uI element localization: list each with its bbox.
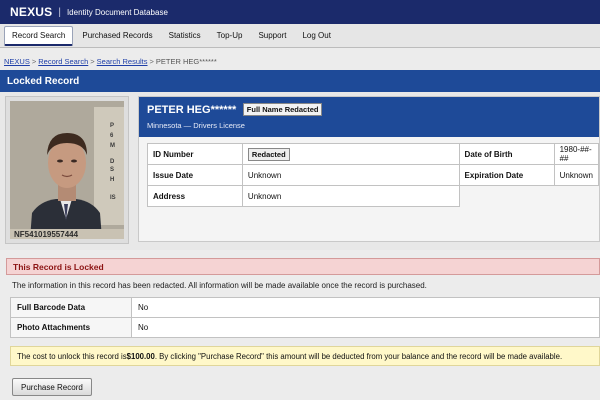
record-features-table: Full Barcode Data No Photo Attachments N… [10, 297, 600, 338]
record-info-box: PETER HEG****** Full Name Redacted Minne… [138, 96, 600, 242]
expiration-date-value: Unknown [553, 164, 600, 186]
svg-text:D: D [110, 159, 115, 165]
main-nav: Record Search Purchased Records Statisti… [0, 24, 600, 48]
id-number-cell: Redacted [241, 143, 460, 165]
app-title: Identity Document Database [66, 7, 168, 17]
feature-value: No [131, 297, 600, 318]
table-row: Photo Attachments No [10, 317, 600, 338]
section-title-bar: Locked Record [0, 70, 600, 92]
purchase-record-button[interactable]: Purchase Record [12, 378, 92, 396]
logo: NEXUS [10, 5, 53, 19]
table-row: Issue Date Unknown Expiration Date Unkno… [147, 164, 600, 186]
nav-log-out[interactable]: Log Out [295, 27, 337, 44]
table-row: Full Barcode Data No [10, 297, 600, 318]
feature-label: Full Barcode Data [10, 297, 132, 318]
feature-value: No [131, 317, 600, 338]
svg-text:S: S [110, 167, 114, 173]
issue-date-label: Issue Date [147, 164, 243, 186]
svg-text:H: H [110, 177, 114, 183]
feature-label: Photo Attachments [10, 317, 132, 338]
locked-notice-title: This Record is Locked [13, 261, 104, 272]
address-label: Address [147, 185, 243, 207]
cost-suffix: . By clicking "Purchase Record" this amo… [154, 351, 563, 361]
svg-text:P: P [110, 123, 114, 129]
photo-frame: P6M DSH IS NF541019557444 [5, 96, 129, 244]
breadcrumb-separator: > [90, 57, 95, 66]
breadcrumb-separator: > [31, 57, 37, 66]
table-row: ID Number Redacted Date of Birth 1980-##… [147, 143, 600, 165]
breadcrumb-nexus[interactable]: NEXUS [4, 57, 30, 66]
photo-id-number: NF541019557444 [14, 230, 79, 239]
nav-support[interactable]: Support [251, 27, 293, 44]
nav-statistics[interactable]: Statistics [162, 27, 208, 44]
svg-text:M: M [110, 143, 115, 149]
cost-notice: The cost to unlock this record is $100.0… [10, 346, 600, 366]
id-photo: P6M DSH IS NF541019557444 [10, 101, 124, 239]
record-details-table: ID Number Redacted Date of Birth 1980-##… [147, 143, 600, 207]
expiration-date-label: Expiration Date [458, 164, 555, 186]
breadcrumb-search-results[interactable]: Search Results [97, 57, 148, 66]
empty-cell [459, 185, 599, 207]
breadcrumb: NEXUS > Record Search > Search Results > PETER… [4, 57, 217, 66]
issue-date-value: Unknown [241, 164, 460, 186]
record-panel: P6M DSH IS NF541019557444 PETER HEG*****… [0, 92, 600, 250]
locked-notice-message: The information in this record has been … [12, 281, 427, 290]
record-name: PETER HEG****** [147, 104, 237, 116]
nav-top-up[interactable]: Top-Up [210, 27, 250, 44]
cost-amount: $100.00 [126, 351, 155, 361]
id-number-label: ID Number [147, 143, 243, 165]
header-divider: | [58, 6, 61, 18]
record-subtitle: Minnesota — Drivers License [147, 121, 245, 130]
id-number-redacted-badge: Redacted [247, 147, 290, 161]
address-value: Unknown [241, 185, 460, 207]
breadcrumb-record-search[interactable]: Record Search [38, 57, 88, 66]
section-title: Locked Record [7, 75, 80, 87]
locked-notice-bar: This Record is Locked [6, 258, 600, 275]
nav-record-search[interactable]: Record Search [4, 25, 74, 46]
dob-value: 1980-##-## [553, 143, 600, 165]
dob-label: Date of Birth [458, 143, 555, 165]
svg-text:IS: IS [110, 195, 116, 201]
breadcrumb-separator: > [149, 57, 154, 66]
breadcrumb-current: PETER HEG****** [155, 57, 217, 66]
top-header: NEXUS | Identity Document Database [0, 0, 600, 24]
nav-purchased-records[interactable]: Purchased Records [75, 27, 159, 44]
table-row: Address Unknown [147, 185, 599, 207]
record-header: PETER HEG****** Full Name Redacted Minne… [139, 97, 599, 137]
cost-prefix: The cost to unlock this record is [17, 351, 127, 361]
name-redacted-badge: Full Name Redacted [242, 103, 323, 116]
